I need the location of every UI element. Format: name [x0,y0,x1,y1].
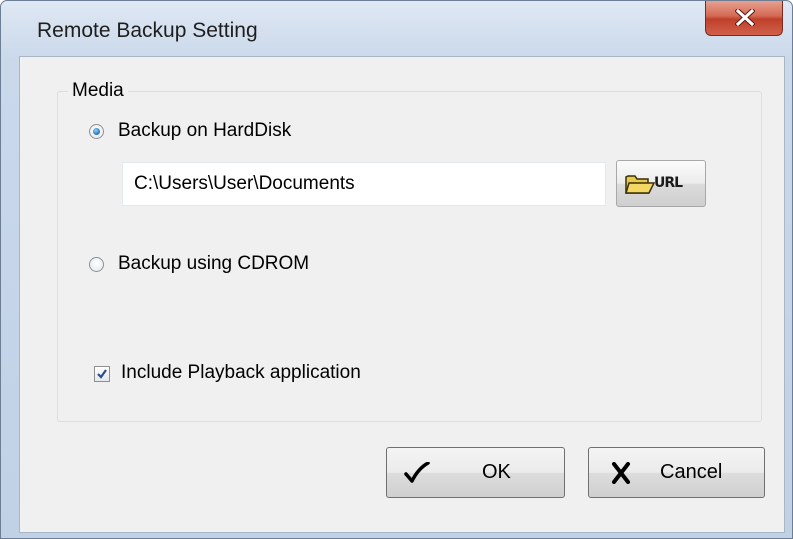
checkmark-icon [97,369,107,379]
url-button-label: URL [654,175,683,191]
url-browse-button[interactable]: URL [616,160,706,207]
dialog-client-area: Media Backup on HardDisk URL Backup usin… [19,56,785,533]
radio-backup-cdrom[interactable] [89,257,104,272]
backup-path-input[interactable] [122,162,606,206]
backup-harddisk-label[interactable]: Backup on HardDisk [118,120,291,142]
remote-backup-dialog: Remote Backup Setting Media Backup on Ha… [0,0,793,539]
backup-cdrom-label[interactable]: Backup using CDROM [118,253,309,275]
include-playback-checkbox[interactable] [94,366,110,382]
cancel-button-label: Cancel [660,461,723,483]
include-playback-label[interactable]: Include Playback application [121,362,361,384]
radio-backup-harddisk[interactable] [89,124,104,139]
close-button[interactable] [705,1,783,36]
close-icon [735,9,755,26]
window-title: Remote Backup Setting [37,19,258,42]
open-folder-icon [625,175,655,194]
x-mark-icon [612,462,630,484]
checkmark-icon [404,462,430,483]
cancel-button[interactable]: Cancel [588,447,765,498]
ok-button-label: OK [482,461,511,483]
ok-button[interactable]: OK [386,447,565,498]
media-group-label: Media [68,80,128,102]
